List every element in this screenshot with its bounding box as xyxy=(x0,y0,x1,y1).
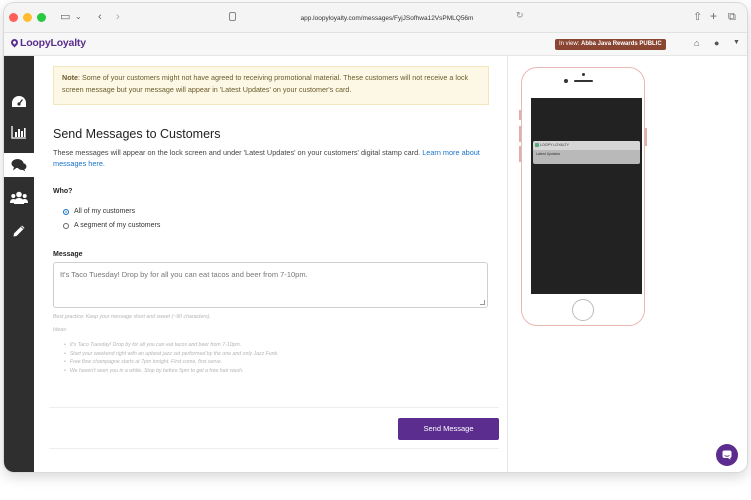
sidebar-item-edit[interactable] xyxy=(4,219,34,243)
address-bar[interactable]: app.loopyloyalty.com/messages/FyjJSofhwa… xyxy=(237,11,537,26)
window-close-button[interactable] xyxy=(9,13,18,22)
message-input[interactable]: It's Taco Tuesday! Drop by for all you c… xyxy=(53,262,488,308)
message-label: Message xyxy=(53,251,83,258)
notification-app-name: LOOPY LOYALTY xyxy=(540,143,569,147)
app-header: LoopyLoyalty In view: Abba Java Rewards … xyxy=(4,33,747,56)
description-text: These messages will appear on the lock s… xyxy=(53,148,421,157)
logo[interactable]: LoopyLoyalty xyxy=(9,37,86,49)
share-icon[interactable]: ⇧ xyxy=(693,10,702,24)
caret-down-icon[interactable]: ▼ xyxy=(733,39,740,46)
lock-screen-notification: LOOPY LOYALTY Latest Updates xyxy=(533,141,640,164)
phone-camera xyxy=(582,73,585,76)
home-icon[interactable]: ⌂ xyxy=(694,38,699,48)
window-minimize-button[interactable] xyxy=(23,13,32,22)
resize-handle[interactable] xyxy=(480,300,485,305)
sidebar-toggle-icon[interactable]: ▭ xyxy=(60,10,70,24)
list-item: Start your weekend right with an upbeat … xyxy=(64,350,279,359)
promo-consent-note: Note: Some of your customers might not h… xyxy=(53,66,489,105)
chat-icon xyxy=(722,450,732,460)
page-title: Send Messages to Customers xyxy=(53,127,221,141)
chat-bubbles-icon xyxy=(11,159,27,172)
radio-all-customers[interactable]: All of my customers xyxy=(63,208,135,215)
page-description: These messages will appear on the lock s… xyxy=(53,147,483,169)
main-content: Note: Some of your customers might not h… xyxy=(34,56,507,472)
window-zoom-button[interactable] xyxy=(37,13,46,22)
list-item: It's Taco Tuesday! Drop by for all you c… xyxy=(64,341,279,350)
note-label: Note xyxy=(62,73,78,82)
radio-unselected-indicator[interactable] xyxy=(63,222,69,229)
sidebar-item-customers[interactable] xyxy=(4,186,34,210)
support-chat-button[interactable] xyxy=(716,444,738,466)
phone-preview-panel: LOOPY LOYALTY Latest Updates xyxy=(507,56,747,472)
ideas-label: Ideas: xyxy=(53,327,68,333)
browser-toolbar: ▭ ⌄ ‹ › app.loopyloyalty.com/messages/Fy… xyxy=(4,3,747,33)
notification-body: Latest Updates xyxy=(536,152,561,156)
in-view-prefix: In view: xyxy=(559,41,580,47)
phone-mockup: LOOPY LOYALTY Latest Updates xyxy=(519,67,647,326)
app-icon xyxy=(535,143,539,147)
radio-all-label: All of my customers xyxy=(74,208,136,215)
chevron-down-icon[interactable]: ⌄ xyxy=(75,10,82,24)
radio-segment-label: A segment of my customers xyxy=(74,222,161,229)
note-text: : Some of your customers might not have … xyxy=(62,73,469,94)
in-view-value: Abba Java Rewards PUBLIC xyxy=(581,41,662,47)
dashboard-gauge-icon xyxy=(12,96,26,107)
phone-home-button xyxy=(572,299,594,321)
phone-sensor xyxy=(564,79,568,83)
customers-group-icon xyxy=(10,191,28,204)
message-placeholder: It's Taco Tuesday! Drop by for all you c… xyxy=(60,270,308,279)
phone-volume-down xyxy=(519,146,521,162)
list-item: Free flow champagne starts at 7pm tonigh… xyxy=(64,358,279,367)
forward-icon[interactable]: › xyxy=(116,10,120,24)
browser-window: ▭ ⌄ ‹ › app.loopyloyalty.com/messages/Fy… xyxy=(4,3,747,472)
pencil-icon xyxy=(13,225,25,237)
site-info-icon[interactable] xyxy=(229,12,236,21)
tab-overview-icon[interactable]: ⧉ xyxy=(728,10,736,24)
notification-header: LOOPY LOYALTY xyxy=(533,141,640,150)
sidebar-item-analytics[interactable] xyxy=(4,120,34,144)
phone-speaker xyxy=(574,80,593,82)
radio-segment-customers[interactable]: A segment of my customers xyxy=(63,222,160,229)
divider xyxy=(49,407,499,408)
who-label: Who? xyxy=(53,188,73,195)
ideas-list: It's Taco Tuesday! Drop by for all you c… xyxy=(64,341,279,376)
sidebar xyxy=(4,56,34,472)
phone-volume-up xyxy=(519,126,521,142)
phone-mute-switch xyxy=(519,110,521,120)
radio-selected-indicator[interactable] xyxy=(63,208,69,215)
back-icon[interactable]: ‹ xyxy=(98,10,102,24)
bar-chart-icon xyxy=(11,126,26,139)
info-icon[interactable]: ● xyxy=(714,38,719,48)
sidebar-item-dashboard[interactable] xyxy=(4,90,34,114)
in-view-badge[interactable]: In view: Abba Java Rewards PUBLIC xyxy=(555,39,666,50)
best-practice-hint: Best practice: Keep your message short a… xyxy=(53,314,211,320)
sidebar-item-messages[interactable] xyxy=(4,153,34,177)
reload-icon[interactable]: ↻ xyxy=(516,10,524,21)
new-tab-icon[interactable]: + xyxy=(710,9,717,23)
list-item: We haven't seen you in a while. Stop by … xyxy=(64,367,279,376)
logo-text: LoopyLoyalty xyxy=(20,37,86,49)
phone-lock-screen: LOOPY LOYALTY Latest Updates xyxy=(531,98,642,294)
phone-power-button xyxy=(645,128,647,146)
location-pin-icon xyxy=(9,37,20,48)
send-message-button[interactable]: Send Message xyxy=(398,418,499,440)
divider xyxy=(49,448,499,449)
